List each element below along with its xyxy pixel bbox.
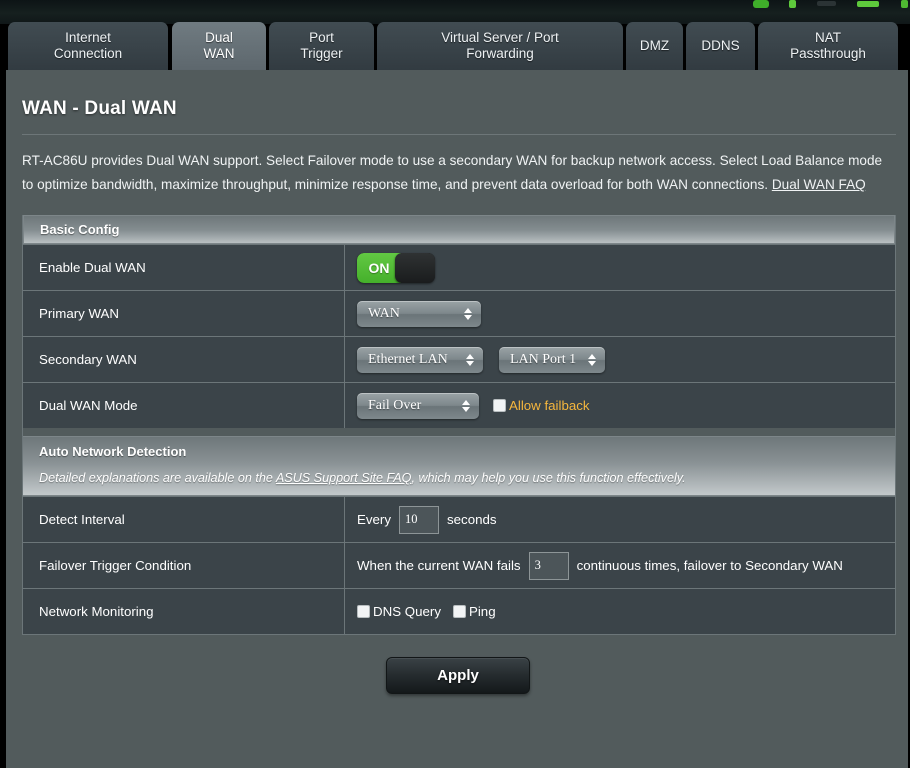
ping-checkbox-wrap[interactable]: Ping — [452, 604, 496, 619]
chevron-updown-icon — [462, 399, 470, 412]
row-dual-wan-mode-label: Dual WAN Mode — [23, 383, 345, 428]
asus-support-site-faq-link[interactable]: ASUS Support Site FAQ — [276, 471, 412, 485]
dual-wan-mode-select-value: Fail Over — [368, 397, 422, 413]
tab-port-trigger-line1: Port — [309, 30, 334, 45]
allow-failback-checkbox[interactable] — [493, 399, 506, 412]
secondary-wan-type-select-value: Ethernet LAN — [368, 351, 448, 367]
dns-query-checkbox-wrap[interactable]: DNS Query — [357, 604, 441, 619]
page-title: WAN - Dual WAN — [22, 98, 177, 119]
chevron-updown-icon — [466, 353, 474, 366]
detect-interval-input[interactable] — [399, 505, 439, 534]
tab-dmz[interactable]: DMZ — [626, 22, 683, 70]
section-header-auto-network-detection-label: Auto Network Detection — [39, 444, 187, 459]
tab-internet-connection[interactable]: Internet Connection — [8, 22, 168, 70]
row-detect-interval: Detect Interval Every seconds — [23, 496, 895, 542]
row-enable-dual-wan-value: ON — [345, 245, 895, 290]
ping-checkbox[interactable] — [452, 605, 466, 618]
tab-internet-connection-line2: Connection — [53, 46, 123, 61]
chevron-updown-icon — [464, 307, 472, 320]
failover-trigger-prefix: When the current WAN fails — [357, 558, 521, 573]
apply-button[interactable]: Apply — [386, 657, 530, 694]
row-detect-interval-value: Every seconds — [345, 497, 895, 542]
allow-failback-checkbox-wrap[interactable]: Allow failback — [493, 398, 590, 413]
row-detect-interval-label: Detect Interval — [23, 497, 345, 542]
section-header-auto-network-detection-subtitle: Detailed explanations are available on t… — [39, 471, 879, 485]
settings-table: Basic Config Enable Dual WAN ON Primary … — [22, 215, 896, 635]
status-led-3-icon — [857, 1, 879, 7]
main-tab-bar: Internet Connection Dual WAN Port Trigge… — [0, 22, 910, 70]
page-description: RT-AC86U provides Dual WAN support. Sele… — [14, 135, 902, 197]
tab-dual-wan-line1: Dual — [205, 30, 233, 45]
tab-internet-connection-line1: Internet — [65, 30, 111, 45]
row-failover-trigger-condition-value: When the current WAN fails continuous ti… — [345, 543, 895, 588]
subtitle-before-text: Detailed explanations are available on t… — [39, 471, 276, 485]
tab-virtual-server-line2: Forwarding — [466, 46, 534, 61]
section-header-auto-network-detection: Auto Network Detection Detailed explanat… — [23, 436, 895, 496]
asus-logo-icon — [753, 0, 769, 8]
row-primary-wan-label: Primary WAN — [23, 291, 345, 336]
failover-trigger-suffix: continuous times, failover to Secondary … — [576, 558, 843, 573]
tab-dual-wan-line2: WAN — [203, 46, 235, 61]
row-secondary-wan-value: Ethernet LAN LAN Port 1 — [345, 337, 895, 382]
tab-port-trigger[interactable]: Port Trigger — [269, 22, 374, 70]
tab-nat-passthrough[interactable]: NAT Passthrough — [758, 22, 898, 70]
row-failover-trigger-condition-label: Failover Trigger Condition — [23, 543, 345, 588]
tab-ddns-label: DDNS — [701, 38, 740, 53]
row-enable-dual-wan-label: Enable Dual WAN — [23, 245, 345, 290]
dns-query-checkbox[interactable] — [357, 605, 370, 618]
apply-button-container: Apply — [14, 657, 902, 694]
secondary-wan-port-select-value: LAN Port 1 — [510, 351, 577, 367]
chevron-updown-icon — [588, 353, 596, 366]
tab-dual-wan[interactable]: Dual WAN — [172, 22, 266, 70]
row-primary-wan-value: WAN — [345, 291, 895, 336]
section-header-basic-config: Basic Config — [23, 215, 895, 244]
page-description-text: RT-AC86U provides Dual WAN support. Sele… — [22, 153, 883, 192]
secondary-wan-type-select[interactable]: Ethernet LAN — [357, 346, 483, 373]
tab-nat-passthrough-line1: NAT — [815, 30, 841, 45]
row-secondary-wan: Secondary WAN Ethernet LAN LAN Port 1 — [23, 336, 895, 382]
row-dual-wan-mode-value: Fail Over Allow failback — [345, 383, 895, 428]
window-top-strip — [0, 0, 910, 24]
page-panel: WAN - Dual WAN RT-AC86U provides Dual WA… — [0, 70, 910, 768]
row-network-monitoring-label: Network Monitoring — [23, 589, 345, 634]
status-led-1-icon — [789, 0, 796, 8]
tab-dmz-label: DMZ — [639, 38, 670, 53]
row-primary-wan: Primary WAN WAN — [23, 290, 895, 336]
secondary-wan-port-select[interactable]: LAN Port 1 — [499, 346, 605, 373]
row-enable-dual-wan: Enable Dual WAN ON — [23, 244, 895, 290]
row-dual-wan-mode: Dual WAN Mode Fail Over Allow failback — [23, 382, 895, 428]
tab-port-trigger-line2: Trigger — [300, 46, 343, 61]
status-led-4-icon — [901, 0, 908, 8]
section-header-basic-config-label: Basic Config — [40, 222, 120, 237]
tab-nat-passthrough-line2: Passthrough — [790, 46, 866, 61]
detect-interval-suffix: seconds — [447, 512, 497, 527]
row-network-monitoring-value: DNS Query Ping — [345, 589, 895, 634]
primary-wan-select-value: WAN — [368, 305, 400, 321]
subtitle-after-text: , which may help you use this function e… — [411, 471, 686, 485]
dual-wan-faq-link[interactable]: Dual WAN FAQ — [772, 177, 866, 192]
row-failover-trigger-condition: Failover Trigger Condition When the curr… — [23, 542, 895, 588]
enable-dual-wan-toggle[interactable]: ON — [357, 252, 435, 283]
status-led-2-icon — [817, 1, 836, 6]
primary-wan-select[interactable]: WAN — [357, 300, 481, 327]
allow-failback-label: Allow failback — [509, 398, 590, 413]
row-network-monitoring: Network Monitoring DNS Query Ping — [23, 588, 895, 634]
failover-trigger-input[interactable] — [528, 551, 569, 580]
ping-label: Ping — [468, 604, 496, 619]
tab-virtual-server-port-forwarding[interactable]: Virtual Server / Port Forwarding — [377, 22, 623, 70]
dns-query-label: DNS Query — [373, 604, 441, 619]
row-secondary-wan-label: Secondary WAN — [23, 337, 345, 382]
detect-interval-prefix: Every — [357, 512, 391, 527]
tab-ddns[interactable]: DDNS — [686, 22, 755, 70]
page-content: WAN - Dual WAN RT-AC86U provides Dual WA… — [14, 70, 902, 694]
enable-dual-wan-toggle-knob — [395, 252, 435, 283]
dual-wan-mode-select[interactable]: Fail Over — [357, 392, 479, 419]
tab-virtual-server-line1: Virtual Server / Port — [441, 30, 559, 45]
